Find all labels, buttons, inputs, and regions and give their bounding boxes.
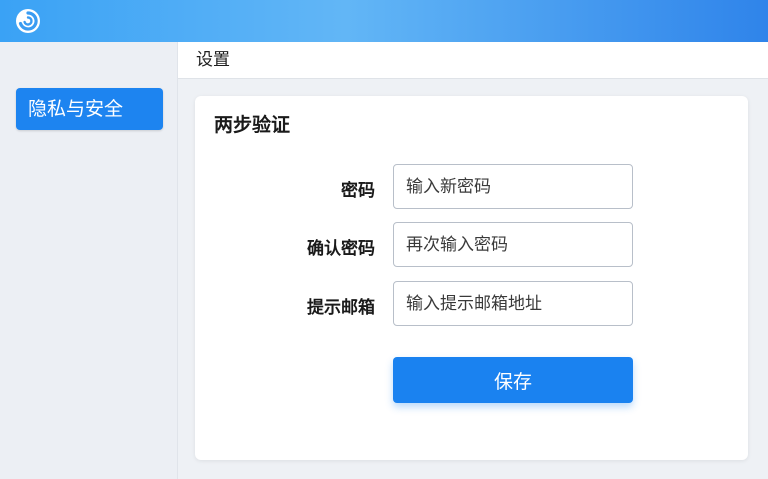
password-label: 密码 bbox=[341, 181, 375, 201]
two-step-verification-card: 两步验证 密码 确认密码 提示邮箱 保存 bbox=[195, 96, 748, 460]
sidebar-item-label: 隐私与安全 bbox=[28, 98, 124, 120]
password-input[interactable] bbox=[393, 164, 633, 209]
app-logo-icon[interactable] bbox=[14, 7, 42, 35]
confirm-password-input[interactable] bbox=[393, 222, 633, 267]
top-bar bbox=[0, 0, 768, 42]
page-header: 设置 bbox=[178, 42, 768, 79]
hint-email-input[interactable] bbox=[393, 281, 633, 326]
card-title: 两步验证 bbox=[214, 114, 291, 136]
confirm-password-label: 确认密码 bbox=[307, 239, 375, 259]
page-title: 设置 bbox=[196, 50, 230, 70]
hint-email-label: 提示邮箱 bbox=[307, 298, 375, 318]
sidebar: 隐私与安全 bbox=[0, 42, 178, 479]
save-button[interactable]: 保存 bbox=[393, 357, 633, 403]
sidebar-item-privacy-security[interactable]: 隐私与安全 bbox=[16, 88, 163, 130]
